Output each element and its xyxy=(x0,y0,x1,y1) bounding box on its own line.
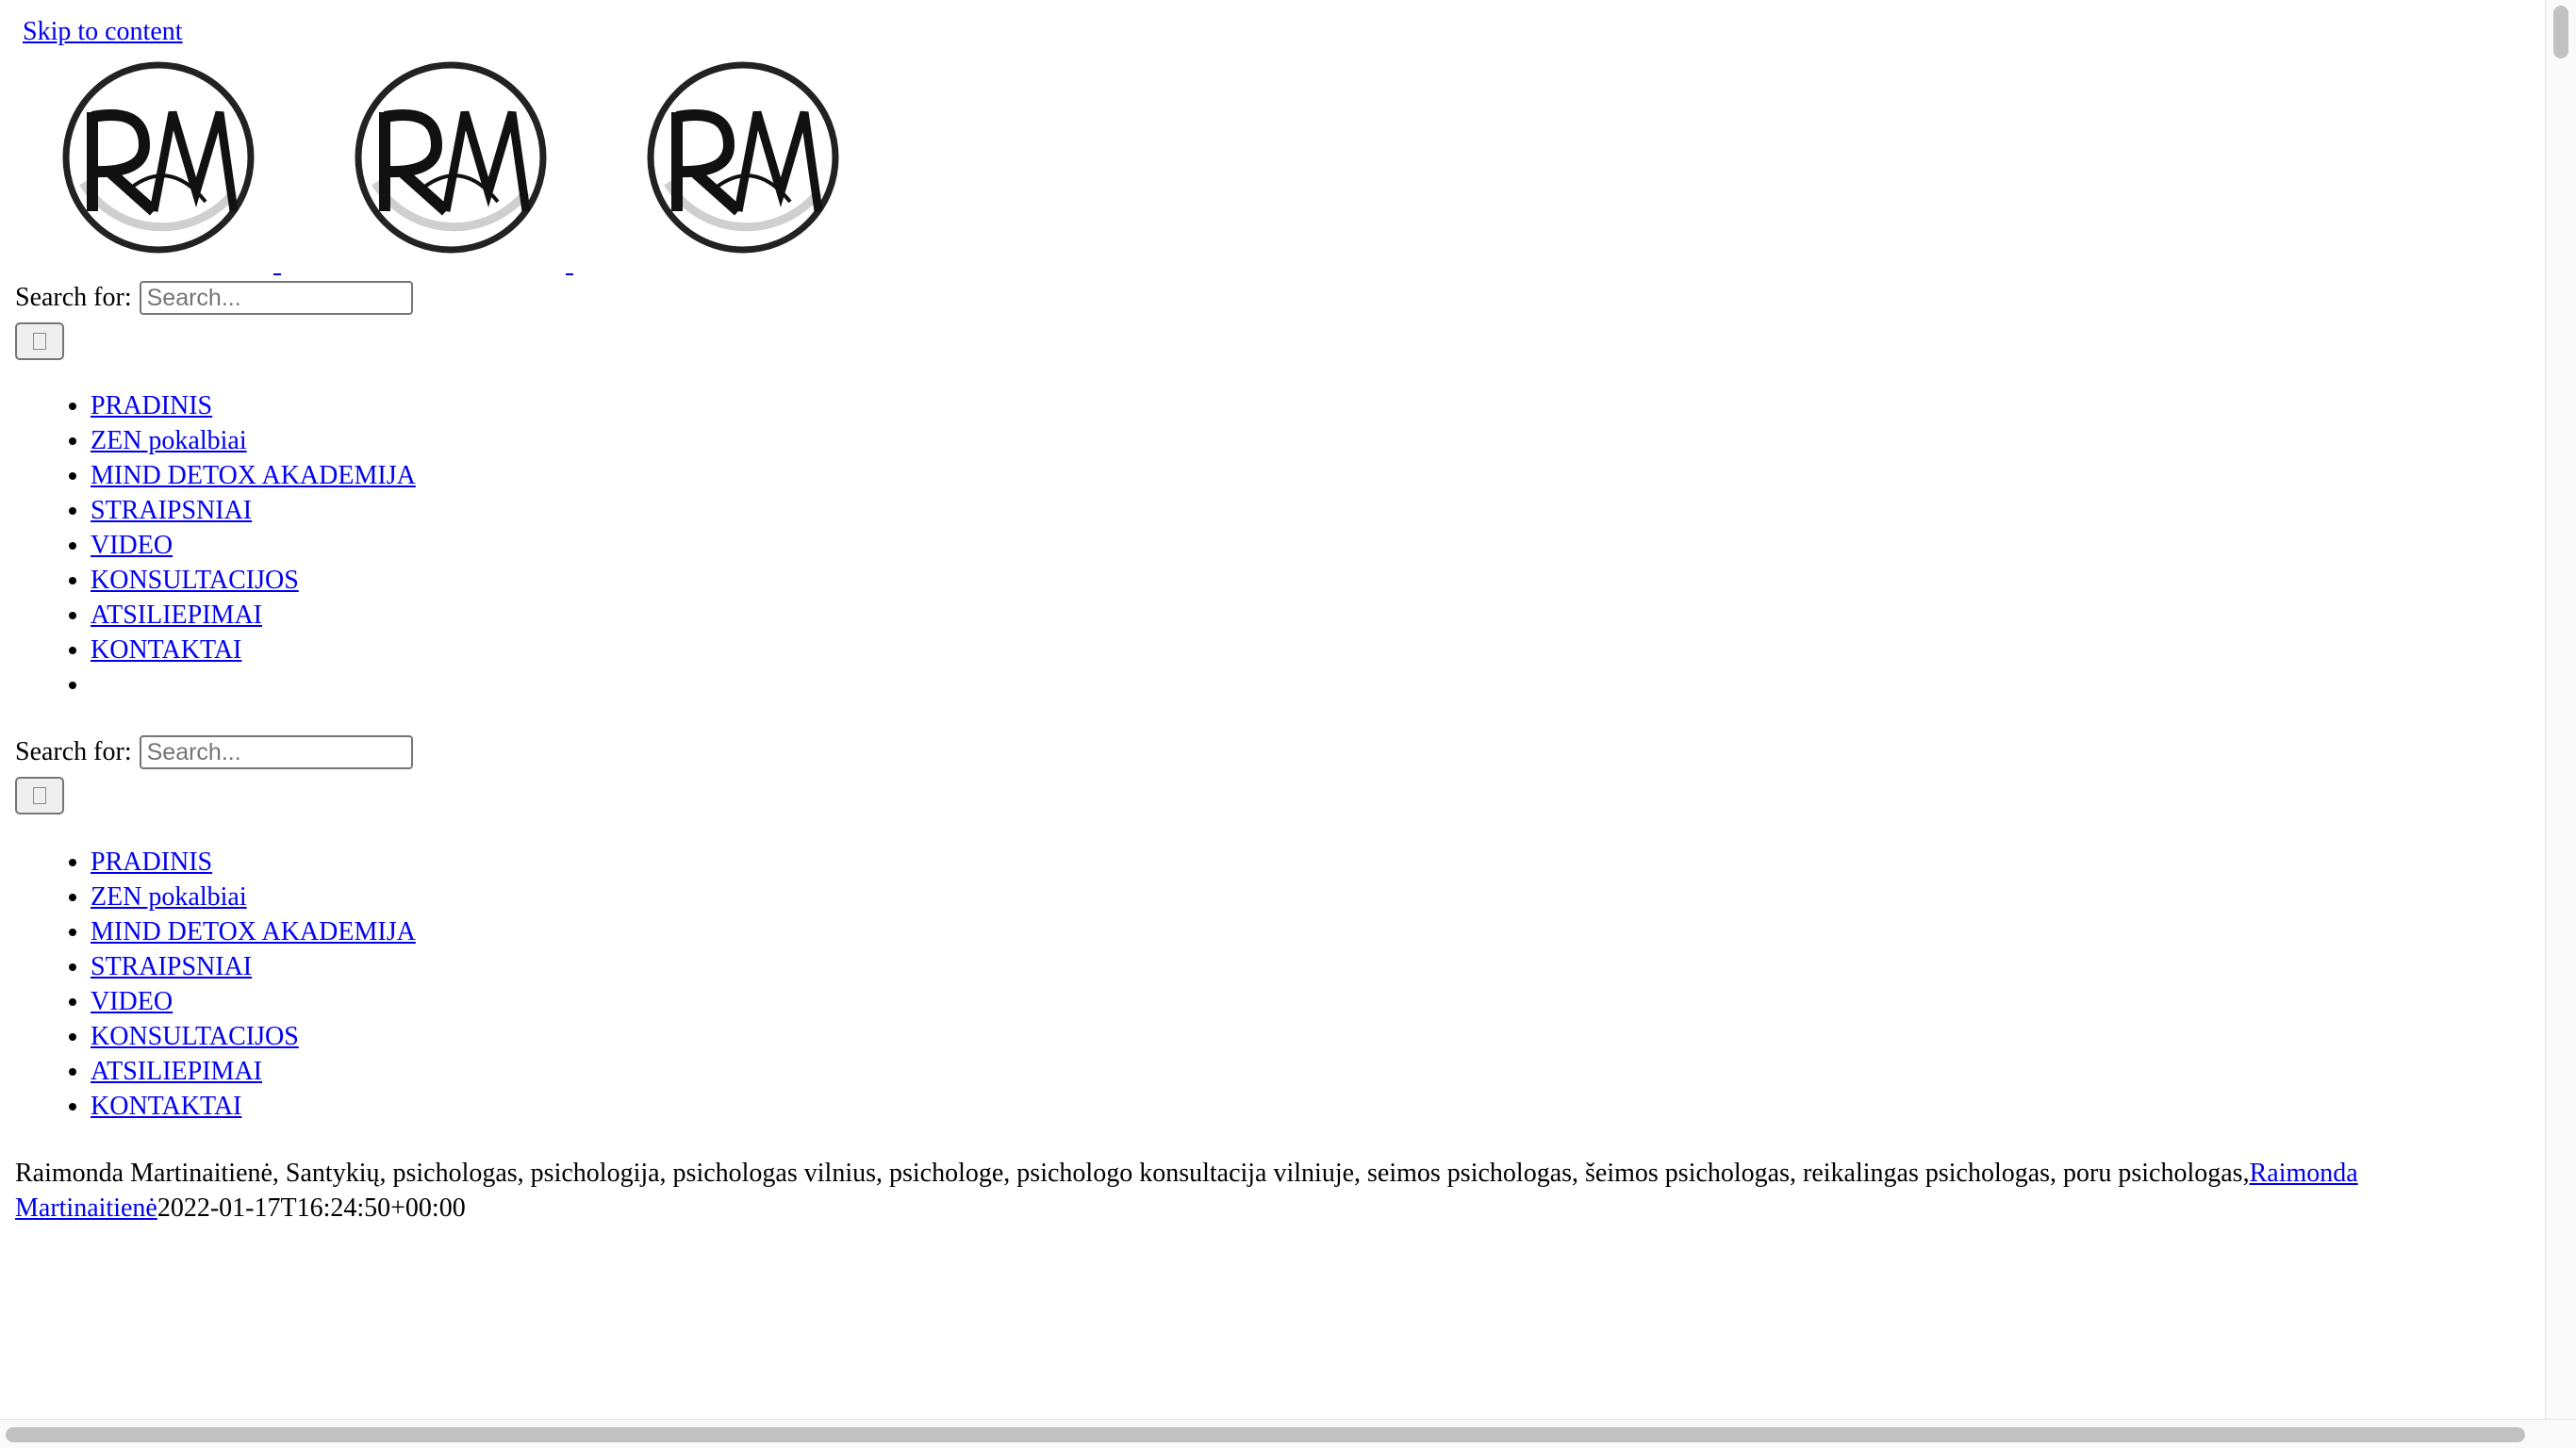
nav-item: KONTAKTAI xyxy=(91,633,416,667)
nav-item: VIDEO xyxy=(91,984,416,1019)
nav-item: ZEN pokalbiai xyxy=(91,880,416,914)
nav-link-video[interactable]: VIDEO xyxy=(91,987,173,1016)
logo-link-3[interactable] xyxy=(639,51,858,277)
nav-link-kontaktai[interactable]: KONTAKTAI xyxy=(91,635,241,665)
nav-link-pradinis[interactable]: PRADINIS xyxy=(91,391,212,420)
search-input[interactable] xyxy=(139,735,413,769)
skip-to-content-link[interactable]: Skip to content xyxy=(23,15,183,49)
search-button[interactable] xyxy=(15,322,64,360)
nav-item: MIND DETOX AKADEMIJA xyxy=(91,458,416,493)
nav-link-zen-pokalbiai[interactable]: ZEN pokalbiai xyxy=(91,426,247,455)
nav-item: STRAIPSNIAI xyxy=(91,493,416,528)
nav-item-empty xyxy=(91,667,416,702)
nav-item: PRADINIS xyxy=(91,845,416,880)
horizontal-scrollbar[interactable] xyxy=(0,1419,2576,1448)
nav-link-straipsniai[interactable]: STRAIPSNIAI xyxy=(91,952,252,981)
search-input[interactable] xyxy=(139,281,413,315)
page: Skip to content Search for: Search... • … xyxy=(0,0,2546,1420)
nav-link-mind-detox[interactable]: MIND DETOX AKADEMIJA xyxy=(91,917,416,946)
logo-row xyxy=(55,51,903,277)
nav-item: KONSULTACIJOS xyxy=(91,563,416,598)
nav-item: ATSILIEPIMAI xyxy=(91,1054,416,1089)
nav-link-atsiliepimai[interactable]: ATSILIEPIMAI xyxy=(91,601,262,630)
rm-logo-icon xyxy=(62,61,255,254)
nav-item: VIDEO xyxy=(91,528,416,563)
nav-link-kontaktai[interactable]: KONTAKTAI xyxy=(91,1092,241,1121)
post-meta: Raimonda Martinaitienė, Santykių, psicho… xyxy=(15,1156,2467,1226)
search-icon xyxy=(33,787,46,804)
search-button[interactable] xyxy=(15,777,64,814)
horizontal-scrollbar-thumb[interactable] xyxy=(6,1427,2525,1442)
nav-item: PRADINIS xyxy=(91,388,416,423)
logo-link-1[interactable] xyxy=(55,51,281,277)
nav-link-atsiliepimai[interactable]: ATSILIEPIMAI xyxy=(91,1057,262,1086)
search-label: Search for: xyxy=(15,737,132,766)
vertical-scrollbar[interactable] xyxy=(2545,0,2576,1420)
nav-link-konsultacijos[interactable]: KONSULTACIJOS xyxy=(91,1022,299,1051)
search-icon xyxy=(33,333,46,350)
nav-item: KONSULTACIJOS xyxy=(91,1019,416,1054)
rm-logo-icon xyxy=(647,61,839,254)
nav-item: KONTAKTAI xyxy=(91,1089,416,1124)
search-form-bottom: Search for: xyxy=(15,732,413,814)
post-tags: Raimonda Martinaitienė, Santykių, psicho… xyxy=(15,1159,2250,1188)
nav-link-video[interactable]: VIDEO xyxy=(91,531,173,560)
post-date: 2022-01-17T16:24:50+00:00 xyxy=(157,1193,466,1223)
nav-item: ATSILIEPIMAI xyxy=(91,598,416,633)
nav-menu-top: PRADINIS ZEN pokalbiai MIND DETOX AKADEM… xyxy=(0,388,416,702)
logo-link-2[interactable] xyxy=(347,51,573,277)
nav-link-mind-detox[interactable]: MIND DETOX AKADEMIJA xyxy=(91,461,416,490)
nav-link-pradinis[interactable]: PRADINIS xyxy=(91,847,212,877)
nav-link-straipsniai[interactable]: STRAIPSNIAI xyxy=(91,496,252,525)
search-form-top: Search for: xyxy=(15,277,413,360)
nav-link-zen-pokalbiai[interactable]: ZEN pokalbiai xyxy=(91,882,247,912)
vertical-scrollbar-thumb[interactable] xyxy=(2553,6,2568,58)
nav-item: MIND DETOX AKADEMIJA xyxy=(91,914,416,949)
search-label: Search for: xyxy=(15,283,132,312)
nav-item: ZEN pokalbiai xyxy=(91,423,416,458)
nav-link-konsultacijos[interactable]: KONSULTACIJOS xyxy=(91,566,299,595)
nav-menu-bottom: PRADINIS ZEN pokalbiai MIND DETOX AKADEM… xyxy=(0,845,416,1124)
nav-item: STRAIPSNIAI xyxy=(91,949,416,984)
rm-logo-icon xyxy=(355,61,547,254)
